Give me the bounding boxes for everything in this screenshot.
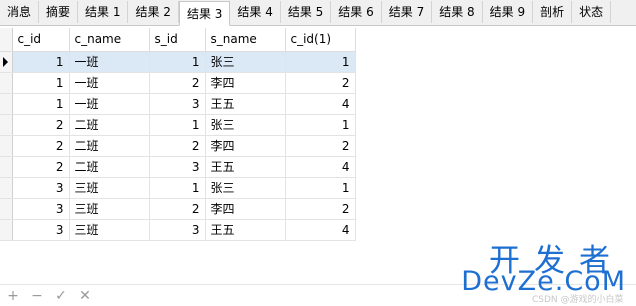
cell-c_id[interactable]: 2 <box>12 156 70 178</box>
cell-c_id[interactable]: 1 <box>12 93 70 115</box>
tab-result-9[interactable]: 结果 9 <box>483 1 534 23</box>
table-row[interactable]: 3 三班 2 李四 2 <box>0 198 356 220</box>
tab-result-6[interactable]: 结果 6 <box>331 1 382 23</box>
table-row[interactable]: 3 三班 1 张三 1 <box>0 177 356 199</box>
delete-record-icon[interactable]: − <box>30 289 44 303</box>
cell-s_name[interactable]: 张三 <box>205 114 286 136</box>
row-indicator[interactable] <box>0 219 13 241</box>
table-row[interactable]: 2 二班 2 李四 2 <box>0 135 356 157</box>
tab-status[interactable]: 状态 <box>572 1 612 23</box>
cell-c_name[interactable]: 一班 <box>69 72 150 94</box>
tab-result-7[interactable]: 结果 7 <box>382 1 433 23</box>
cell-c_id[interactable]: 2 <box>12 114 70 136</box>
tab-summary[interactable]: 摘要 <box>39 1 79 23</box>
column-header-c_id[interactable]: c_id <box>12 28 70 52</box>
cell-c_name[interactable]: 三班 <box>69 198 150 220</box>
cell-s_name[interactable]: 张三 <box>205 177 286 199</box>
column-header-c_name[interactable]: c_name <box>69 28 150 52</box>
tab-profile[interactable]: 剖析 <box>533 1 573 23</box>
cell-s_id[interactable]: 1 <box>149 114 206 136</box>
cell-c_id-1[interactable]: 2 <box>285 72 356 94</box>
table-row[interactable]: 1 一班 3 王五 4 <box>0 93 356 115</box>
cell-c_name[interactable]: 三班 <box>69 177 150 199</box>
cell-c_id-1[interactable]: 4 <box>285 219 356 241</box>
cell-c_name[interactable]: 二班 <box>69 114 150 136</box>
cell-c_id-1[interactable]: 1 <box>285 114 356 136</box>
cell-s_id[interactable]: 2 <box>149 72 206 94</box>
row-indicator[interactable] <box>0 51 13 73</box>
cell-s_name[interactable]: 张三 <box>205 51 286 73</box>
cell-c_id-1[interactable]: 4 <box>285 93 356 115</box>
cell-s_name[interactable]: 王五 <box>205 156 286 178</box>
table-row[interactable]: 3 三班 3 王五 4 <box>0 219 356 241</box>
tab-result-1[interactable]: 结果 1 <box>78 1 129 23</box>
cell-c_id[interactable]: 3 <box>12 219 70 241</box>
header-row: c_id c_name s_id s_name c_id(1) <box>0 28 356 52</box>
column-header-s_name[interactable]: s_name <box>205 28 286 52</box>
row-indicator[interactable] <box>0 93 13 115</box>
cell-c_id[interactable]: 3 <box>12 198 70 220</box>
cell-s_name[interactable]: 王五 <box>205 93 286 115</box>
row-indicator-header <box>0 28 13 52</box>
row-indicator[interactable] <box>0 156 13 178</box>
cell-c_name[interactable]: 三班 <box>69 219 150 241</box>
cell-c_id[interactable]: 2 <box>12 135 70 157</box>
watermark-csdn: CSDN @游戏的小白菜 <box>532 295 624 305</box>
row-indicator[interactable] <box>0 114 13 136</box>
table-row[interactable]: 1 一班 2 李四 2 <box>0 72 356 94</box>
cell-c_id[interactable]: 1 <box>12 51 70 73</box>
tab-result-5[interactable]: 结果 5 <box>281 1 332 23</box>
cell-c_id-1[interactable]: 2 <box>285 198 356 220</box>
cell-c_id[interactable]: 3 <box>12 177 70 199</box>
cell-s_name[interactable]: 王五 <box>205 219 286 241</box>
tab-result-8[interactable]: 结果 8 <box>432 1 483 23</box>
result-tab-bar: 消息 摘要 结果 1 结果 2 结果 3 结果 4 结果 5 结果 6 结果 7… <box>0 0 636 26</box>
apply-changes-icon[interactable]: ✓ <box>54 289 68 303</box>
cell-s_name[interactable]: 李四 <box>205 72 286 94</box>
cell-s_id[interactable]: 3 <box>149 93 206 115</box>
cell-s_id[interactable]: 2 <box>149 135 206 157</box>
cell-s_name[interactable]: 李四 <box>205 198 286 220</box>
row-indicator[interactable] <box>0 135 13 157</box>
cell-s_name[interactable]: 李四 <box>205 135 286 157</box>
table-row[interactable]: 1 一班 1 张三 1 <box>0 51 356 73</box>
row-indicator[interactable] <box>0 198 13 220</box>
cell-c_id-1[interactable]: 1 <box>285 177 356 199</box>
cell-s_id[interactable]: 2 <box>149 198 206 220</box>
cell-c_name[interactable]: 一班 <box>69 93 150 115</box>
table-row[interactable]: 2 二班 1 张三 1 <box>0 114 356 136</box>
cell-c_id-1[interactable]: 2 <box>285 135 356 157</box>
cell-s_id[interactable]: 3 <box>149 219 206 241</box>
tab-result-3[interactable]: 结果 3 <box>178 1 231 26</box>
result-grid: c_id c_name s_id s_name c_id(1) 1 一班 1 张三 1 1… <box>0 28 356 241</box>
cell-s_id[interactable]: 1 <box>149 51 206 73</box>
add-record-icon[interactable]: + <box>6 289 20 303</box>
cell-s_id[interactable]: 3 <box>149 156 206 178</box>
table-row[interactable]: 2 二班 3 王五 4 <box>0 156 356 178</box>
column-header-s_id[interactable]: s_id <box>149 28 206 52</box>
current-row-arrow-icon <box>3 56 8 67</box>
cell-s_id[interactable]: 1 <box>149 177 206 199</box>
row-indicator[interactable] <box>0 177 13 199</box>
row-indicator[interactable] <box>0 72 13 94</box>
cell-c_id-1[interactable]: 1 <box>285 51 356 73</box>
result-table: c_id c_name s_id s_name c_id(1) 1 一班 1 张三 1 1… <box>0 28 356 241</box>
column-header-c_id-1[interactable]: c_id(1) <box>285 28 356 52</box>
cell-c_id-1[interactable]: 4 <box>285 156 356 178</box>
tab-messages[interactable]: 消息 <box>0 1 40 23</box>
tab-result-2[interactable]: 结果 2 <box>128 1 179 23</box>
cell-c_name[interactable]: 一班 <box>69 51 150 73</box>
tab-result-4[interactable]: 结果 4 <box>230 1 281 23</box>
cell-c_name[interactable]: 二班 <box>69 135 150 157</box>
discard-changes-icon[interactable]: ✕ <box>78 289 92 303</box>
cell-c_name[interactable]: 二班 <box>69 156 150 178</box>
cell-c_id[interactable]: 1 <box>12 72 70 94</box>
